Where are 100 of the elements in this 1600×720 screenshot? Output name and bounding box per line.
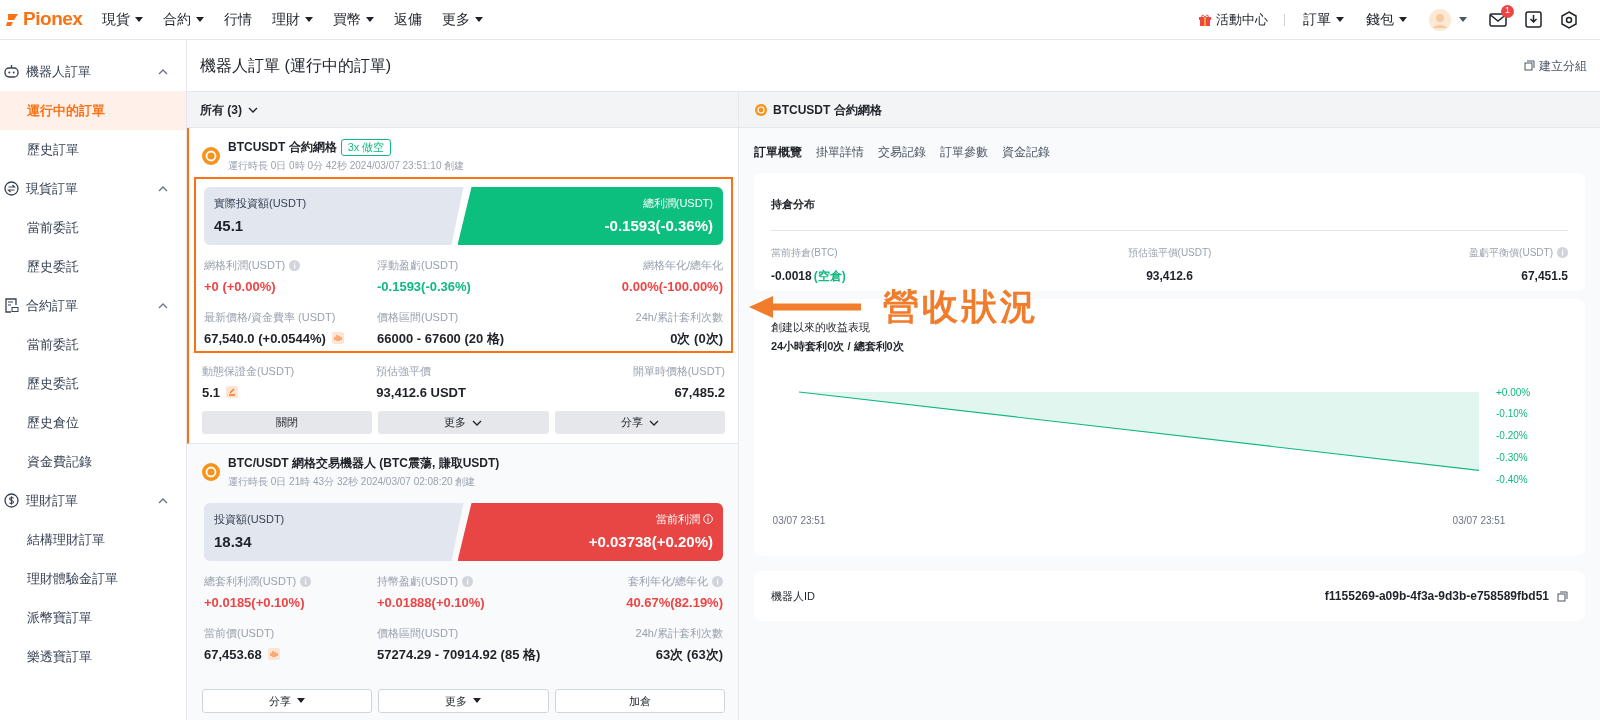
tab[interactable]: 訂單參數 bbox=[940, 143, 988, 161]
order-card[interactable] bbox=[187, 444, 738, 720]
settings-button[interactable] bbox=[1560, 10, 1578, 29]
mail-button[interactable] bbox=[1489, 12, 1507, 27]
chevron-up-icon bbox=[158, 302, 168, 309]
sidebar-item[interactable]: 歷史倉位 bbox=[0, 403, 186, 442]
document-icon bbox=[4, 298, 19, 313]
robot-icon bbox=[4, 64, 19, 79]
stat-label: 價格區間(USDT) bbox=[377, 310, 459, 325]
stat-value: -0.0018 bbox=[771, 268, 812, 285]
avatar-icon bbox=[1429, 8, 1451, 31]
action-button[interactable]: 更多 bbox=[378, 411, 549, 434]
stat-value: 5.1 bbox=[202, 383, 221, 402]
order-tag: 3x 做空 bbox=[340, 138, 392, 156]
stat-value: 63次 (63次) bbox=[655, 645, 723, 664]
nav-menu-item[interactable]: 現貨 bbox=[102, 9, 144, 30]
robot-id-value: f1155269-a09b-4f3a-9d3b-e758589fbd51 bbox=[1324, 588, 1549, 605]
nav-menu-item[interactable]: 返傭 bbox=[394, 9, 423, 30]
sidebar-item[interactable]: 歷史訂單 bbox=[0, 130, 186, 169]
order-card[interactable] bbox=[187, 128, 738, 444]
y-axis-tick-label: -0.30% bbox=[1496, 451, 1528, 463]
stat-value: +0.0185(+0.10%) bbox=[204, 593, 305, 612]
order-subtitle: 運行時長 0日 0時 0分 42秒 2024/03/07 23:51:10 創建 bbox=[228, 159, 465, 173]
panel-value: +0.03738(+0.20%) bbox=[588, 531, 713, 552]
y-axis-tick-label: -0.20% bbox=[1496, 430, 1528, 441]
stat-value: 67,453.68 bbox=[204, 645, 262, 664]
dollar-coin-icon bbox=[4, 493, 19, 508]
stat-label: 套利年化/總年化 bbox=[627, 574, 708, 589]
promo-link[interactable]: 活動中心 bbox=[1198, 9, 1268, 30]
action-button[interactable]: 加倉 bbox=[554, 689, 725, 713]
avatar-menu[interactable] bbox=[1429, 8, 1467, 31]
stat-label: 總套利利潤(USDT) bbox=[204, 574, 297, 589]
panel-label: 總利潤(USDT) bbox=[642, 196, 713, 211]
caret-icon bbox=[297, 698, 306, 704]
stat-value: 93,412.6 USDT bbox=[376, 383, 466, 402]
order-title: BTC/USDT 網格交易機器人 (BTC震蕩, 賺取USDT) bbox=[228, 455, 500, 472]
card-subtitle: 24小時套利0次 / 總套利0次 bbox=[771, 338, 905, 354]
detail-title: BTCUSDT 合約網格 bbox=[773, 101, 882, 119]
chevron-down-icon bbox=[248, 106, 258, 113]
tab[interactable]: 交易記錄 bbox=[878, 143, 926, 161]
nav-menu-item[interactable]: 訂單 bbox=[1303, 9, 1344, 30]
tab[interactable]: 掛單詳情 bbox=[816, 143, 864, 161]
caret-icon bbox=[1336, 16, 1344, 23]
order-subtitle: 運行時長 0日 21時 43分 32秒 2024/03/07 02:08:20 創建 bbox=[228, 475, 477, 489]
nav-menu-item[interactable]: 錢包 bbox=[1366, 9, 1407, 30]
sidebar-item[interactable]: 當前委託 bbox=[0, 325, 186, 364]
panel-value: 45.1 bbox=[214, 215, 245, 236]
nav-menu-item[interactable]: 合約 bbox=[163, 9, 205, 30]
action-button[interactable]: 關閉 bbox=[202, 411, 373, 434]
edit-pencil-icon bbox=[226, 386, 239, 399]
caret-icon bbox=[1399, 16, 1407, 23]
action-button[interactable]: 更多 bbox=[378, 689, 549, 713]
stat-label: 浮動盈虧(USDT) bbox=[377, 258, 459, 273]
gift-icon bbox=[1198, 12, 1212, 27]
exchange-arrows-icon bbox=[4, 181, 19, 196]
stat-value: 57274.29 - 70914.92 (85 格) bbox=[377, 645, 541, 664]
logo-text: Pionex bbox=[23, 7, 83, 32]
action-button[interactable]: 分享 bbox=[202, 689, 373, 713]
y-axis-tick-label: -0.10% bbox=[1496, 408, 1528, 420]
y-axis-tick-label: -0.40% bbox=[1496, 473, 1528, 485]
logo-mark-icon bbox=[6, 12, 20, 27]
stat-value: 0次 (0次) bbox=[670, 329, 723, 348]
sidebar-item[interactable]: 歷史委託 bbox=[0, 247, 186, 286]
nav-menu-item[interactable]: 買幣 bbox=[333, 9, 375, 30]
sidebar-group-header[interactable]: 現貨訂單 bbox=[0, 169, 186, 208]
sidebar-item[interactable]: 當前委託 bbox=[0, 208, 186, 247]
coin-icon bbox=[755, 103, 767, 116]
sidebar-item[interactable]: 理財體驗金訂單 bbox=[0, 559, 186, 598]
panel-value: -0.1593(-0.36%) bbox=[604, 215, 713, 236]
sidebar-item[interactable]: 結構理財訂單 bbox=[0, 520, 186, 559]
nav-menu-item[interactable]: 行情 bbox=[224, 9, 253, 30]
action-button[interactable]: 分享 bbox=[554, 411, 725, 434]
stat-value: 0.00%(-100.00%) bbox=[621, 277, 723, 296]
page-title: 機器人訂單 (運行中的訂單) bbox=[200, 55, 392, 76]
stat-value: 66000 - 67600 (20 格) bbox=[377, 329, 505, 348]
x-axis-tick-label: 03/07 23:51 bbox=[1452, 515, 1506, 526]
chevron-up-icon bbox=[158, 497, 168, 504]
sidebar-item[interactable]: 樂透寶訂單 bbox=[0, 637, 186, 676]
arrow-icon bbox=[749, 296, 861, 318]
sidebar-group-header[interactable]: 合約訂單 bbox=[0, 286, 186, 325]
stat-value: +0.01888(+0.10%) bbox=[377, 593, 485, 612]
copy-button[interactable] bbox=[1557, 590, 1568, 602]
panel-label: 實際投資額(USDT) bbox=[214, 196, 308, 211]
create-group-button[interactable]: 建立分組 bbox=[1524, 56, 1587, 75]
stat-label: 網格利潤(USDT) bbox=[204, 258, 286, 273]
sidebar-group-header[interactable]: 機器人訂單 bbox=[0, 52, 186, 91]
stat-value: 67,485.2 bbox=[674, 383, 725, 402]
filter-dropdown[interactable]: 所有 (3) bbox=[200, 100, 258, 119]
tab[interactable]: 資金記錄 bbox=[1002, 143, 1050, 161]
download-button[interactable] bbox=[1525, 11, 1542, 28]
sidebar-item[interactable]: 歷史委託 bbox=[0, 364, 186, 403]
tab[interactable]: 訂單概覽 bbox=[754, 143, 802, 161]
sidebar-group-header[interactable]: 理財訂單 bbox=[0, 481, 186, 520]
nav-menu-item[interactable]: 理財 bbox=[272, 9, 314, 30]
stat-value: 40.67%(82.19%) bbox=[626, 593, 723, 612]
nav-menu-item[interactable]: 更多 bbox=[442, 9, 484, 30]
field-label: 機器人ID bbox=[771, 588, 815, 604]
sidebar-item[interactable]: 派幣寶訂單 bbox=[0, 598, 186, 637]
bar-chart-icon bbox=[331, 332, 344, 345]
sidebar-item[interactable]: 資金費記錄 bbox=[0, 442, 186, 481]
